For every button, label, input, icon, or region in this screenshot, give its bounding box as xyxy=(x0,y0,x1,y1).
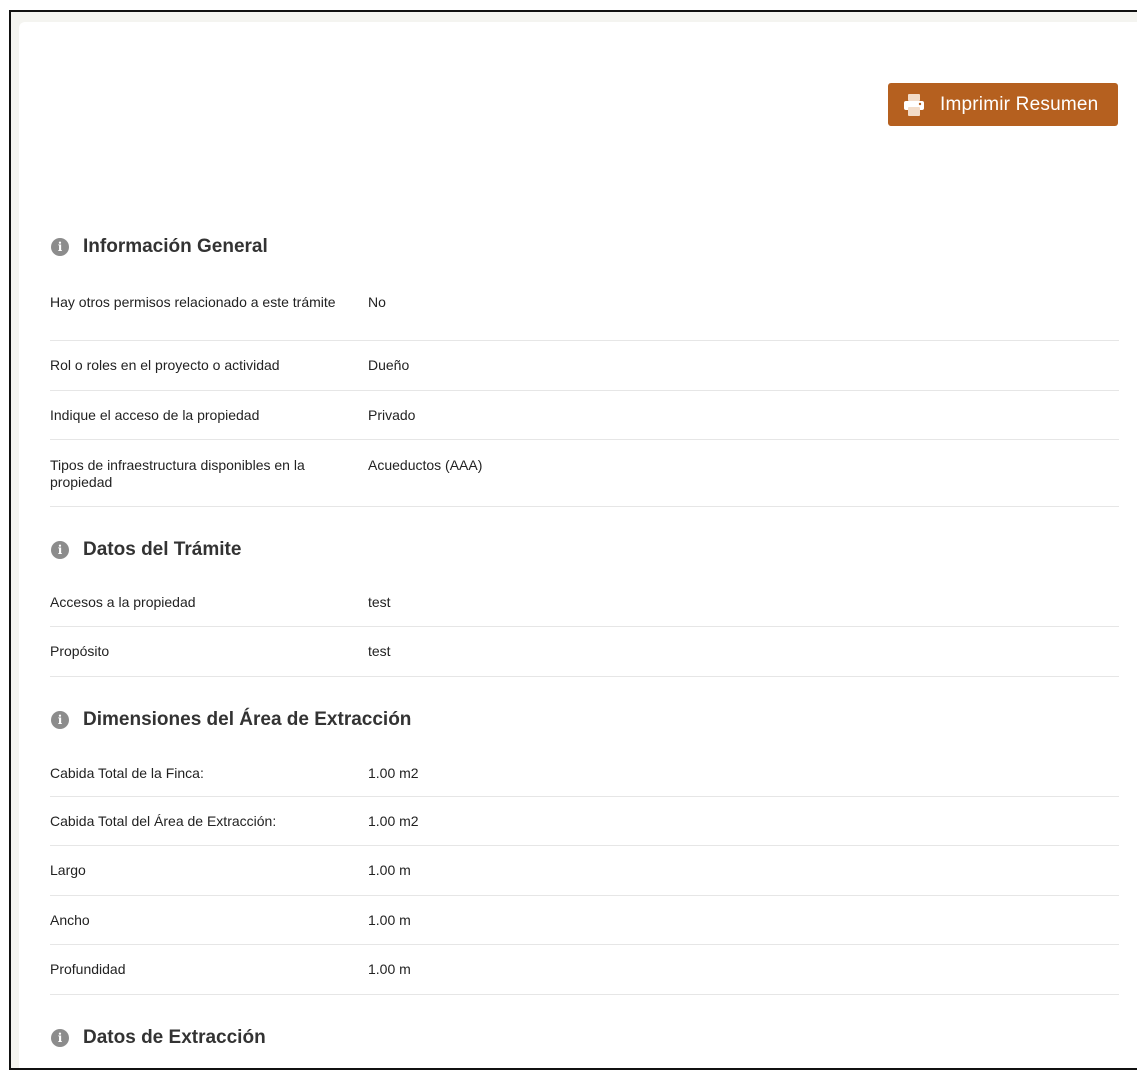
table-row: Propósito test xyxy=(50,627,1119,677)
row-value: Acueductos (AAA) xyxy=(368,457,483,473)
row-label: Hay otros permisos relacionado a este tr… xyxy=(50,294,336,310)
table-row: Hay otros permisos relacionado a este tr… xyxy=(50,274,1119,341)
table-row: Cabida Total de la Finca: 1.00 m2 xyxy=(50,734,1119,797)
section-title-text: Dimensiones del Área de Extracción xyxy=(83,709,412,730)
table-row: Tipos de infraestructura disponibles en … xyxy=(50,440,1119,507)
section-informacion-general: i Información General Hay otros permisos… xyxy=(50,233,1119,507)
row-label: Cabida Total de la Finca: xyxy=(50,765,204,781)
table-row: Ancho 1.00 m xyxy=(50,896,1119,945)
row-label: Accesos a la propiedad xyxy=(50,594,196,610)
section-title: i Datos de Extracción xyxy=(50,1024,1119,1052)
info-icon: i xyxy=(51,541,69,559)
section-title: i Dimensiones del Área de Extracción xyxy=(50,706,1119,734)
info-icon: i xyxy=(51,1029,69,1047)
page-frame: Imprimir Resumen i Información General H… xyxy=(9,10,1137,1070)
row-label: Propósito xyxy=(50,643,110,659)
row-value: No xyxy=(368,294,386,310)
section-title-text: Datos de Extracción xyxy=(83,1027,266,1048)
print-summary-label: Imprimir Resumen xyxy=(940,93,1099,115)
row-label: Profundidad xyxy=(50,961,126,977)
row-label: Cabida Total del Área de Extracción: xyxy=(50,813,277,829)
row-value: 1.00 m xyxy=(368,912,411,928)
row-label: Tipos de infraestructura disponibles en … xyxy=(50,457,305,490)
row-label: Rol o roles en el proyecto o actividad xyxy=(50,357,280,373)
table-row: Profundidad 1.00 m xyxy=(50,945,1119,995)
section-title: i Información General xyxy=(50,233,1119,261)
section-title-text: Datos del Trámite xyxy=(83,539,242,560)
row-value: Privado xyxy=(368,407,416,423)
info-icon: i xyxy=(51,711,69,729)
section-title-text: Información General xyxy=(83,236,268,257)
row-value: Dueño xyxy=(368,357,410,373)
row-value: 1.00 m2 xyxy=(368,765,419,781)
row-value: test xyxy=(368,594,391,610)
section-datos-del-tramite: i Datos del Trámite Accesos a la propied… xyxy=(50,536,1119,677)
row-value: 1.00 m2 xyxy=(368,813,419,829)
row-label: Indique el acceso de la propiedad xyxy=(50,407,260,423)
printer-icon xyxy=(904,93,924,116)
table-row: Indique el acceso de la propiedad Privad… xyxy=(50,391,1119,440)
row-value: 1.00 m xyxy=(368,961,411,977)
table-row: Accesos a la propiedad test xyxy=(50,564,1119,627)
row-value: 1.00 m xyxy=(368,862,411,878)
info-icon: i xyxy=(51,238,69,256)
row-label: Largo xyxy=(50,862,86,878)
print-summary-button[interactable]: Imprimir Resumen xyxy=(888,83,1118,126)
row-label: Ancho xyxy=(50,912,90,928)
section-title: i Datos del Trámite xyxy=(50,536,1119,564)
section-datos-de-extraccion: i Datos de Extracción xyxy=(50,1024,1119,1052)
summary-card: Imprimir Resumen i Información General H… xyxy=(19,22,1137,1068)
section-dimensiones-area-extraccion: i Dimensiones del Área de Extracción Cab… xyxy=(50,706,1119,995)
table-row: Cabida Total del Área de Extracción: 1.0… xyxy=(50,797,1119,846)
table-row: Largo 1.00 m xyxy=(50,846,1119,896)
row-value: test xyxy=(368,643,391,659)
table-row: Rol o roles en el proyecto o actividad D… xyxy=(50,341,1119,391)
